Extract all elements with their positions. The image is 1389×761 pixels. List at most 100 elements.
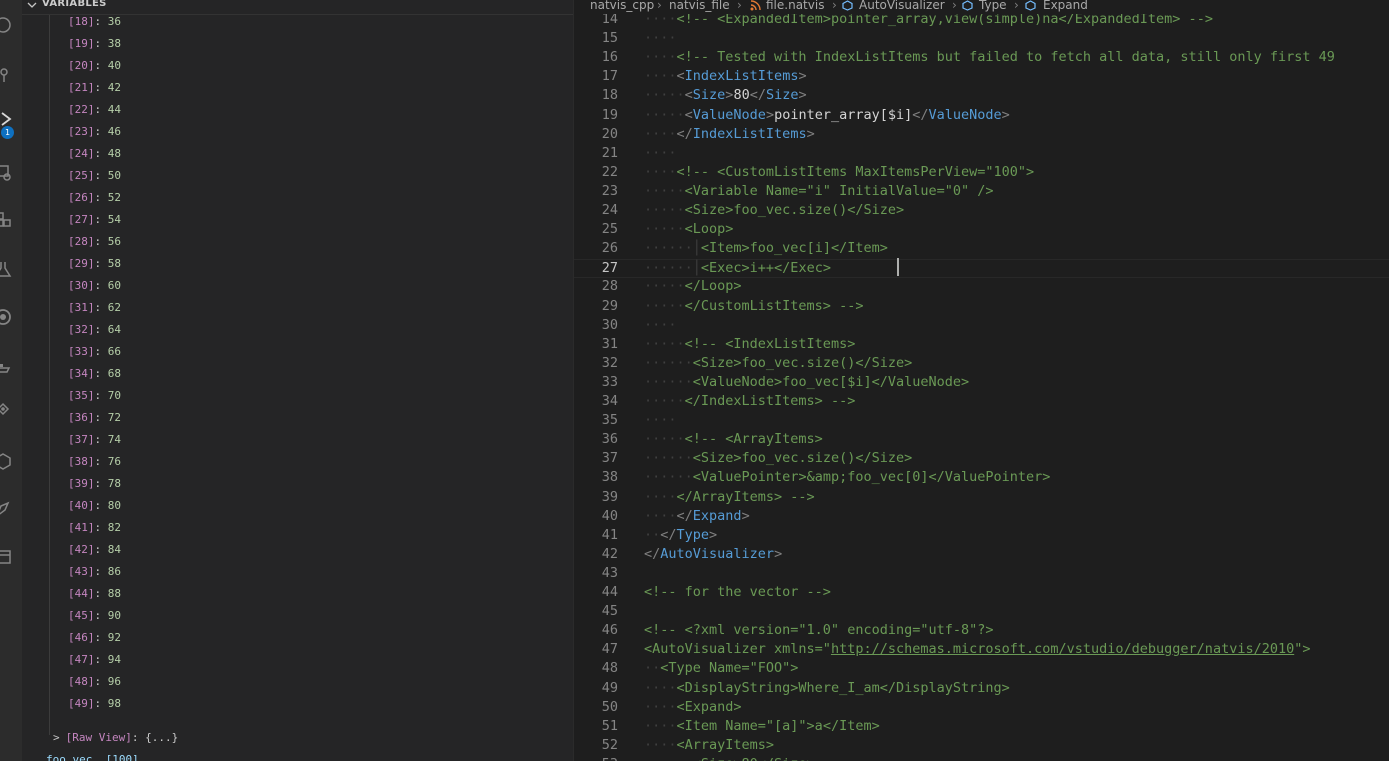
- code-line[interactable]: 36 ·····<!-- <ArrayItems>: [574, 431, 1389, 450]
- variable-row[interactable]: [24]: 48: [68, 147, 121, 169]
- code-line[interactable]: 34 ·····</IndexListItems> -->: [574, 393, 1389, 412]
- code-line[interactable]: 49 ····<DisplayString>Where_I_am</Display…: [574, 680, 1389, 699]
- variable-row[interactable]: [48]: 96: [68, 675, 121, 697]
- variable-row[interactable]: [18]: 36: [68, 15, 121, 37]
- extensions-icon[interactable]: [0, 208, 14, 230]
- code-line[interactable]: 41 ··</Type>: [574, 527, 1389, 546]
- code-line[interactable]: 40 ····</Expand>: [574, 508, 1389, 527]
- code-line[interactable]: 17 ····<IndexListItems>: [574, 68, 1389, 87]
- code-line[interactable]: 51 ····<Item Name="[a]">a</Item>: [574, 718, 1389, 737]
- code-line[interactable]: 24 ·····<Size>foo_vec.size()</Size>: [574, 202, 1389, 221]
- source-control-icon[interactable]: [0, 64, 14, 86]
- breadcrumb-file[interactable]: file.natvis: [766, 0, 824, 12]
- code-line[interactable]: 53 ······<Size>80</Size>: [574, 756, 1389, 761]
- code-line[interactable]: 35 ····: [574, 412, 1389, 431]
- variable-row[interactable]: [31]: 62: [68, 301, 121, 323]
- variable-row[interactable]: [27]: 54: [68, 213, 121, 235]
- variable-row[interactable]: [30]: 60: [68, 279, 121, 301]
- variable-row[interactable]: [37]: 74: [68, 433, 121, 455]
- variable-row[interactable]: [47]: 94: [68, 653, 121, 675]
- variable-row[interactable]: [38]: 76: [68, 455, 121, 477]
- testing-icon[interactable]: [0, 258, 14, 280]
- git-graph-icon[interactable]: [0, 398, 14, 420]
- variable-row[interactable]: [26]: 52: [68, 191, 121, 213]
- variable-row[interactable]: [36]: 72: [68, 411, 121, 433]
- line-content: ····<Expand>: [644, 699, 742, 715]
- variable-row[interactable]: [28]: 56: [68, 235, 121, 257]
- variable-row[interactable]: [45]: 90: [68, 609, 121, 631]
- code-line[interactable]: 45: [574, 603, 1389, 622]
- code-token: <Variable Name="i" InitialValue="0" />: [684, 182, 994, 199]
- code-line[interactable]: 20 ····</IndexListItems>: [574, 126, 1389, 145]
- code-line[interactable]: 15 ····: [574, 30, 1389, 49]
- code-line[interactable]: 22 ····<!-- <CustomListItems MaxItemsPerV…: [574, 164, 1389, 183]
- variable-row[interactable]: [44]: 88: [68, 587, 121, 609]
- variable-row[interactable]: [42]: 84: [68, 543, 121, 565]
- variable-row[interactable]: [33]: 66: [68, 345, 121, 367]
- code-line[interactable]: 27 ······│<Exec>i++</Exec>: [574, 259, 1389, 279]
- breadcrumb-natvis-cpp[interactable]: natvis_cpp: [590, 0, 654, 12]
- code-line[interactable]: 44 <!-- for the vector -->: [574, 584, 1389, 603]
- variable-row[interactable]: [46]: 92: [68, 631, 121, 653]
- variable-separator: :: [94, 59, 108, 72]
- variable-row[interactable]: [29]: 58: [68, 257, 121, 279]
- pen-icon[interactable]: [0, 498, 14, 520]
- variable-row[interactable]: [32]: 64: [68, 323, 121, 345]
- code-line[interactable]: 29 ·····</CustomListItems> -->: [574, 298, 1389, 317]
- variable-row[interactable]: [23]: 46: [68, 125, 121, 147]
- code-line[interactable]: 26 ······│<Item>foo_vec[i]</Item>: [574, 240, 1389, 259]
- code-line[interactable]: 32 ······<Size>foo_vec.size()</Size>: [574, 355, 1389, 374]
- code-token: <Loop>: [684, 221, 734, 238]
- code-line[interactable]: 16 ····<!-- Tested with IndexListItems bu…: [574, 49, 1389, 68]
- code-line[interactable]: 47 <AutoVisualizer xmlns="http://schemas.…: [574, 641, 1389, 660]
- variable-row[interactable]: [39]: 78: [68, 477, 121, 499]
- variable-row[interactable]: [49]: 98: [68, 697, 121, 719]
- code-line[interactable]: 46 <!-- <?xml version="1.0" encoding="utf…: [574, 622, 1389, 641]
- variable-row[interactable]: [22]: 44: [68, 103, 121, 125]
- breadcrumb-autovisualizer[interactable]: AutoVisualizer: [859, 0, 945, 12]
- breadcrumb-type[interactable]: Type: [979, 0, 1007, 12]
- variables-section-header[interactable]: VARIABLES: [22, 0, 573, 15]
- code-line[interactable]: 42 </AutoVisualizer>: [574, 546, 1389, 565]
- code-line[interactable]: 30 ····: [574, 317, 1389, 336]
- code-line[interactable]: 43: [574, 565, 1389, 584]
- variable-row[interactable]: [21]: 42: [68, 81, 121, 103]
- variable-row[interactable]: [34]: 68: [68, 367, 121, 389]
- variable-row[interactable]: [20]: 40: [68, 59, 121, 81]
- explorer-icon[interactable]: [0, 14, 14, 36]
- code-line[interactable]: 33 ······<ValueNode>foo_vec[$i]</ValueNod…: [574, 374, 1389, 393]
- code-line[interactable]: 18 ·····<Size>80</Size>: [574, 87, 1389, 106]
- docker-icon[interactable]: [0, 356, 14, 378]
- code-line[interactable]: 50 ····<Expand>: [574, 699, 1389, 718]
- editor-pane: 14 ····<!-- <ExpandedItem>pointer_array,v…: [574, 0, 1389, 761]
- code-line[interactable]: 25 ·····<Loop>: [574, 221, 1389, 240]
- code-line[interactable]: 31 ·····<!-- <IndexListItems>: [574, 336, 1389, 355]
- code-line[interactable]: 19 ·····<ValueNode>pointer_array[$i]</Val…: [574, 107, 1389, 126]
- variable-row[interactable]: [25]: 50: [68, 169, 121, 191]
- variable-row[interactable]: [40]: 80: [68, 499, 121, 521]
- cube-icon[interactable]: [0, 450, 14, 472]
- breadcrumb-expand[interactable]: Expand: [1043, 0, 1088, 12]
- code-line[interactable]: 38 ······<ValuePointer>&amp;foo_vec[0]</V…: [574, 469, 1389, 488]
- variable-separator: :: [94, 411, 108, 424]
- code-area[interactable]: 14 ····<!-- <ExpandedItem>pointer_array,v…: [574, 0, 1389, 761]
- code-line[interactable]: 37 ······<Size>foo_vec.size()</Size>: [574, 450, 1389, 469]
- code-line[interactable]: 23 ·····<Variable Name="i" InitialValue="…: [574, 183, 1389, 202]
- variable-name: [18]: [68, 15, 95, 28]
- code-line[interactable]: 28 ·····</Loop>: [574, 278, 1389, 297]
- variable-row[interactable]: [35]: 70: [68, 389, 121, 411]
- code-line[interactable]: 39 ····</ArrayItems> -->: [574, 489, 1389, 508]
- code-line[interactable]: 21 ····: [574, 145, 1389, 164]
- variable-row-cut-off[interactable]: foo_vec [100]: [46, 753, 139, 761]
- raw-view-row[interactable]: > [Raw View]: {...}: [53, 731, 178, 753]
- github-icon[interactable]: [0, 306, 14, 328]
- remote-icon[interactable]: [0, 162, 14, 184]
- code-line[interactable]: 48 ··<Type Name="FOO">: [574, 660, 1389, 679]
- code-link[interactable]: http://schemas.microsoft.com/vstudio/deb…: [831, 641, 1294, 657]
- window-icon[interactable]: [0, 546, 14, 568]
- breadcrumb-natvis-file[interactable]: natvis_file: [669, 0, 730, 12]
- variable-row[interactable]: [43]: 86: [68, 565, 121, 587]
- code-line[interactable]: 52 ····<ArrayItems>: [574, 737, 1389, 756]
- variable-row[interactable]: [19]: 38: [68, 37, 121, 59]
- variable-row[interactable]: [41]: 82: [68, 521, 121, 543]
